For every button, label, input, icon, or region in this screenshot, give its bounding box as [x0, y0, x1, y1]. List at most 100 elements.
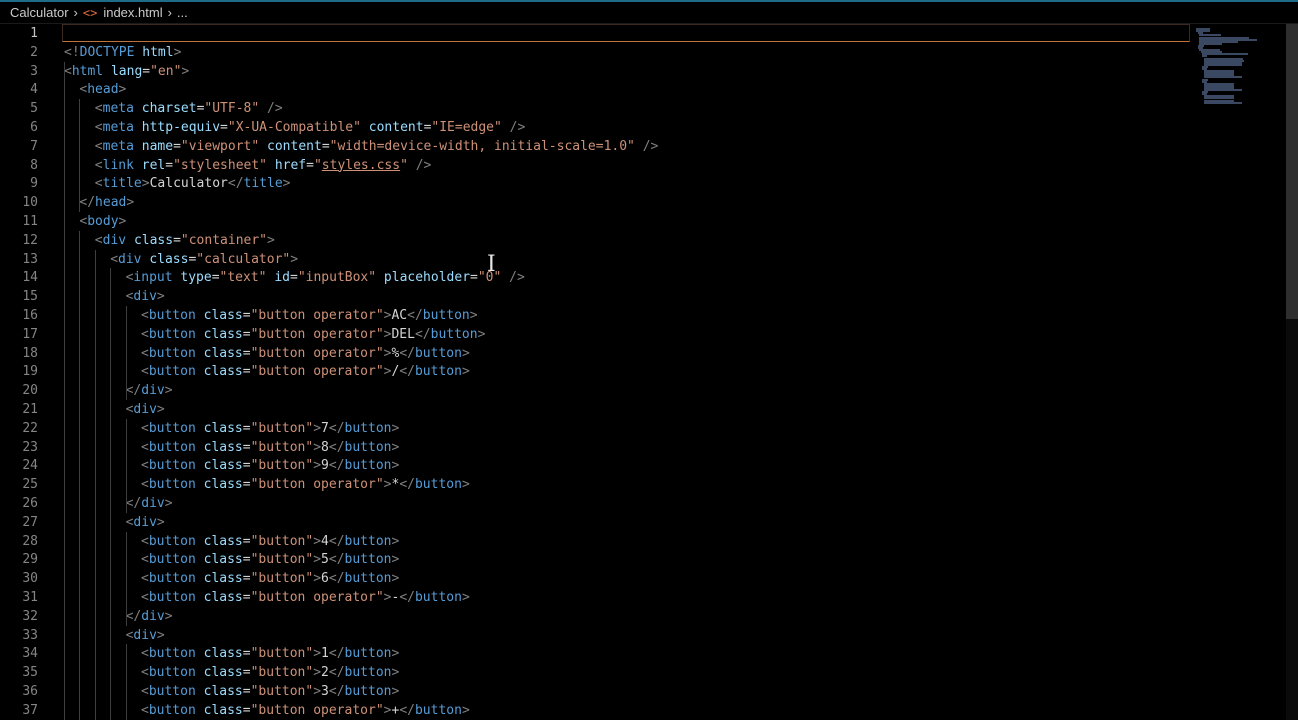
code-line[interactable]: 4 <head> [0, 80, 1190, 99]
code-line[interactable]: 32 </div> [0, 607, 1190, 626]
code-line[interactable]: 7 <meta name="viewport" content="width=de… [0, 137, 1190, 156]
code-token: html [142, 44, 174, 60]
line-number: 7 [30, 138, 38, 154]
code-line[interactable]: 31 <button class="button operator">-</but… [0, 588, 1190, 607]
code-token: class [203, 439, 243, 455]
code-token: "button operator" [250, 477, 384, 493]
code-line[interactable]: 33 <div> [0, 626, 1190, 645]
line-number: 17 [22, 326, 38, 342]
vertical-scrollbar[interactable] [1286, 24, 1298, 720]
line-number: 19 [22, 364, 38, 380]
code-line[interactable]: 21 <div> [0, 400, 1190, 419]
line-number: 15 [22, 289, 38, 305]
code-line[interactable]: 25 <button class="button operator">*</but… [0, 475, 1190, 494]
minimap[interactable] [1196, 26, 1258, 106]
code-line[interactable]: 6 <meta http-equiv="X-UA-Compatible" cont… [0, 118, 1190, 137]
code-line[interactable]: 3 <html lang="en"> [0, 62, 1190, 81]
code-line[interactable]: 15 <div> [0, 287, 1190, 306]
code-text: </div> [126, 494, 173, 513]
code-line[interactable]: 10 </head> [0, 193, 1190, 212]
code-token: button [344, 420, 392, 436]
code-line[interactable]: 35 <button class="button">2</button> [0, 663, 1190, 682]
code-line[interactable]: 17 <button class="button operator">DEL</b… [0, 325, 1190, 344]
code-line[interactable]: 16 <button class="button operator">AC</bu… [0, 306, 1190, 325]
code-token: DOCTYPE [79, 44, 135, 60]
breadcrumb-folder[interactable]: Calculator [10, 5, 69, 20]
code-line[interactable]: 37 <button class="button operator">+</but… [0, 701, 1190, 720]
code-line[interactable]: 29 <button class="button">5</button> [0, 550, 1190, 569]
code-token: "button" [250, 646, 314, 662]
code-token: > [391, 533, 400, 549]
code-token: styles.css [321, 157, 401, 173]
code-token: class [203, 684, 243, 699]
code-text: </head> [79, 193, 134, 212]
code-token: input [133, 270, 173, 286]
code-token: 2 [321, 665, 329, 681]
code-token: "button operator" [250, 702, 384, 718]
code-token: class [203, 364, 243, 380]
breadcrumb-more[interactable]: ... [177, 5, 188, 20]
line-number: 35 [22, 665, 38, 681]
code-line[interactable]: 24 <button class="button">9</button> [0, 456, 1190, 475]
code-token: meta [102, 101, 134, 117]
code-token: button [148, 345, 196, 361]
current-line-highlight [62, 24, 1190, 42]
code-line[interactable]: 28 <button class="button">4</button> [0, 532, 1190, 551]
line-number: 6 [30, 120, 38, 135]
code-token: class [203, 326, 243, 342]
code-line[interactable]: 12 <div class="container"> [0, 231, 1190, 250]
code-text: <button class="button">6</button> [141, 569, 399, 588]
code-text: <button class="button operator">DEL</but… [141, 325, 485, 344]
line-number: 32 [22, 608, 38, 624]
code-token: button [344, 665, 392, 681]
code-line[interactable]: 8 <link rel="stylesheet" href="styles.css… [0, 156, 1190, 175]
code-line[interactable]: 34 <button class="button">1</button> [0, 644, 1190, 663]
code-token: = [242, 420, 251, 436]
code-line[interactable]: 18 <button class="button operator">%</but… [0, 344, 1190, 363]
code-editor[interactable]: 1 2 <!DOCTYPE html> 3 <html lang="en"> 4 <head… [0, 24, 1286, 720]
indent-guide [125, 306, 127, 400]
code-line[interactable]: 36 <button class="button">3</button> [0, 682, 1190, 701]
line-number: 24 [22, 458, 38, 474]
code-token: < [141, 420, 149, 436]
line-number: 23 [22, 439, 38, 455]
code-line[interactable]: 19 <button class="button operator">/</but… [0, 362, 1190, 381]
code-token: </ [414, 326, 431, 342]
code-token: type [180, 270, 212, 286]
code-line[interactable]: 26 </div> [0, 494, 1190, 513]
code-line[interactable]: 23 <button class="button">8</button> [0, 438, 1190, 457]
code-token: class [203, 458, 243, 474]
code-token: = [306, 157, 314, 173]
code-token: > [313, 571, 322, 587]
breadcrumb-file[interactable]: index.html [103, 5, 162, 20]
code-line[interactable]: 20 </div> [0, 381, 1190, 400]
code-line[interactable]: 2 <!DOCTYPE html> [0, 43, 1190, 62]
code-line[interactable]: 14 <input type="text" id="inputBox" place… [0, 268, 1190, 287]
code-line[interactable]: 9 <title>Calculator</title> [0, 174, 1190, 193]
code-text: <title>Calculator</title> [95, 174, 291, 193]
code-token: "button operator" [250, 590, 384, 605]
code-text: <link rel="stylesheet" href="styles.css"… [95, 156, 432, 175]
code-token: button [148, 590, 196, 605]
scrollbar-thumb[interactable] [1286, 24, 1298, 319]
code-line[interactable]: 13 <div class="calculator"> [0, 250, 1190, 269]
code-token: > [477, 326, 486, 342]
code-line[interactable]: 11 <body> [0, 212, 1190, 231]
code-line[interactable]: 5 <meta charset="UTF-8" /> [0, 99, 1190, 118]
code-line[interactable]: 22 <button class="button">7</button> [0, 419, 1190, 438]
code-token: < [141, 533, 149, 549]
code-line[interactable]: 27 <div> [0, 513, 1190, 532]
code-token: > [461, 477, 470, 493]
code-line[interactable]: 30 <button class="button">6</button> [0, 569, 1190, 588]
code-token: > [391, 552, 400, 568]
code-token: < [141, 571, 149, 587]
code-token: charset [141, 101, 197, 117]
code-token: "button" [250, 420, 314, 436]
code-token: class [203, 533, 243, 549]
